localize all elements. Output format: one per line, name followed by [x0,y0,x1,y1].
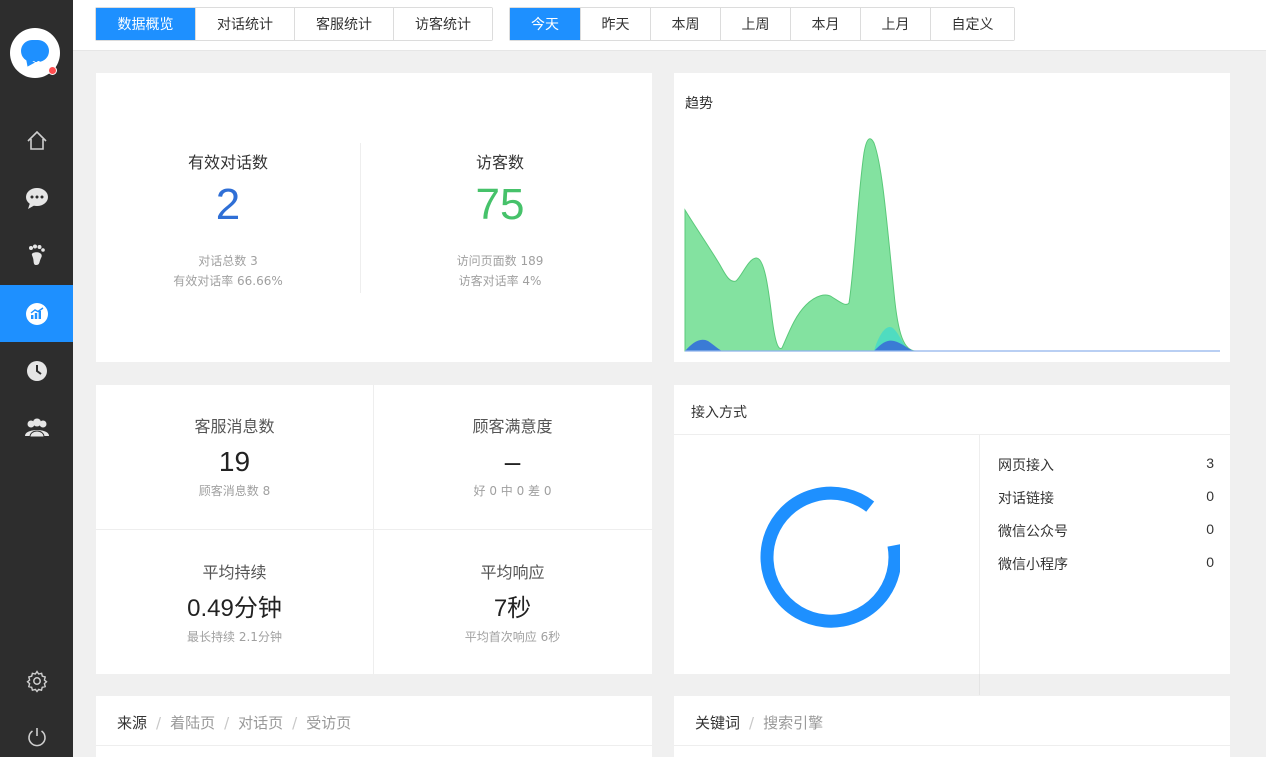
stat-sub: 好 0 中 0 差 0 [473,484,552,498]
sources-tabs: 来源 / 着陆页 / 对话页 / 受访页 [117,712,352,733]
chart-icon [25,302,48,325]
sidebar-item-logout[interactable] [0,708,73,757]
stat-sub: 对话总数 3 [198,254,258,268]
sidebar-item-chat[interactable] [0,169,73,226]
stat-sub: 平均首次响应 6秒 [464,630,561,644]
satisfaction-stat: 顾客满意度 – 好 0 中 0 差 0 [373,413,652,501]
sidebar-item-home[interactable] [0,112,73,169]
keywords-card: 关键词 / 搜索引擎 [674,696,1230,757]
trend-card: 趋势 [674,73,1230,362]
sidebar [0,0,73,757]
divider [674,434,1230,435]
divider [96,529,652,530]
sidebar-item-history[interactable] [0,342,73,399]
tab-this-week[interactable]: 本周 [650,8,720,40]
tab-custom[interactable]: 自定义 [930,8,1014,40]
stat-sub: 有效对话率 66.66% [173,274,283,288]
top-bar: 数据概览 对话统计 客服统计 访客统计 今天 昨天 本周 上周 本月 上月 自定… [73,0,1266,51]
access-title: 接入方式 [691,405,747,421]
valid-conversations-stat: 有效对话数 2 对话总数 3 有效对话率 66.66% [96,149,360,291]
legend-item-chat-link: 对话链接 0 [998,488,1214,507]
tab-yesterday[interactable]: 昨天 [580,8,650,40]
stat-title: 平均响应 [480,563,545,582]
legend-item-web: 网页接入 3 [998,455,1214,474]
notification-dot [48,66,57,75]
users-icon [24,418,49,437]
visitors-stat: 访客数 75 访问页面数 189 访客对话率 4% [368,149,632,291]
chat-icon [25,187,48,209]
sidebar-item-statistics[interactable] [0,285,73,342]
donut-segment-web [760,486,900,628]
stat-title: 访客数 [475,153,524,172]
tab-conversation-stats[interactable]: 对话统计 [195,8,294,40]
tab-today[interactable]: 今天 [510,8,580,40]
divider [96,745,652,746]
agent-messages-stat: 客服消息数 19 顾客消息数 8 [96,413,373,501]
stat-title: 平均持续 [202,563,267,582]
stat-sub: 顾客消息数 8 [198,484,271,498]
sidebar-item-footprints[interactable] [0,226,73,283]
tab-source[interactable]: 来源 [117,712,147,733]
divider [360,143,361,293]
tab-visitor-stats[interactable]: 访客统计 [393,8,492,40]
stat-value: 0.49分钟 [187,595,282,622]
access-donut-chart [760,486,900,628]
tab-chat-page[interactable]: 对话页 [238,712,283,733]
stat-title: 有效对话数 [187,153,268,172]
metrics-card: 客服消息数 19 顾客消息数 8 顾客满意度 – 好 0 中 0 差 0 平均持… [96,385,652,674]
stat-sub: 访问页面数 189 [456,254,544,268]
sources-card: 来源 / 着陆页 / 对话页 / 受访页 [96,696,652,757]
divider [674,745,1230,746]
divider [979,674,980,695]
sidebar-item-team[interactable] [0,399,73,456]
stat-title: 顾客满意度 [472,417,553,436]
overview-card: 有效对话数 2 对话总数 3 有效对话率 66.66% 访客数 75 访问页面数… [96,73,652,362]
tab-overview[interactable]: 数据概览 [96,8,195,40]
stat-value: 7秒 [493,595,532,622]
trend-area-visitors [684,138,917,352]
access-method-card: 接入方式 网页接入 3 对话链接 0 微信公众号 0 微信小程序 0 [674,385,1230,674]
legend-item-wechat-official: 微信公众号 0 [998,521,1214,540]
tab-agent-stats[interactable]: 客服统计 [294,8,393,40]
avg-duration-stat: 平均持续 0.49分钟 最长持续 2.1分钟 [96,559,373,647]
avg-response-stat: 平均响应 7秒 平均首次响应 6秒 [373,559,652,647]
tab-last-week[interactable]: 上周 [720,8,790,40]
footprint-icon [28,244,45,265]
stat-value: 75 [475,180,525,229]
date-range-tabs: 今天 昨天 本周 上周 本月 上月 自定义 [509,7,1015,41]
tab-last-month[interactable]: 上月 [860,8,930,40]
gear-icon [25,669,48,693]
tab-search-engine[interactable]: 搜索引擎 [763,712,823,733]
sidebar-item-settings[interactable] [0,652,73,709]
legend-item-wechat-miniprogram: 微信小程序 0 [998,554,1214,573]
home-icon [26,130,47,150]
clock-icon [26,360,47,381]
stat-value: 19 [218,446,251,477]
stat-value: – [504,446,521,477]
tab-keywords[interactable]: 关键词 [695,712,740,733]
power-icon [27,727,46,746]
trend-chart [684,138,1220,352]
stat-sub: 最长持续 2.1分钟 [187,630,282,644]
tab-this-month[interactable]: 本月 [790,8,860,40]
stat-value: 2 [215,180,241,229]
keywords-tabs: 关键词 / 搜索引擎 [695,712,824,733]
tab-landing-page[interactable]: 着陆页 [170,712,215,733]
stat-sub: 访客对话率 4% [458,274,542,288]
stat-title: 客服消息数 [194,417,275,436]
tab-visited-page[interactable]: 受访页 [306,712,351,733]
view-tabs: 数据概览 对话统计 客服统计 访客统计 [95,7,493,41]
chat-bubble-logo[interactable] [10,28,60,78]
